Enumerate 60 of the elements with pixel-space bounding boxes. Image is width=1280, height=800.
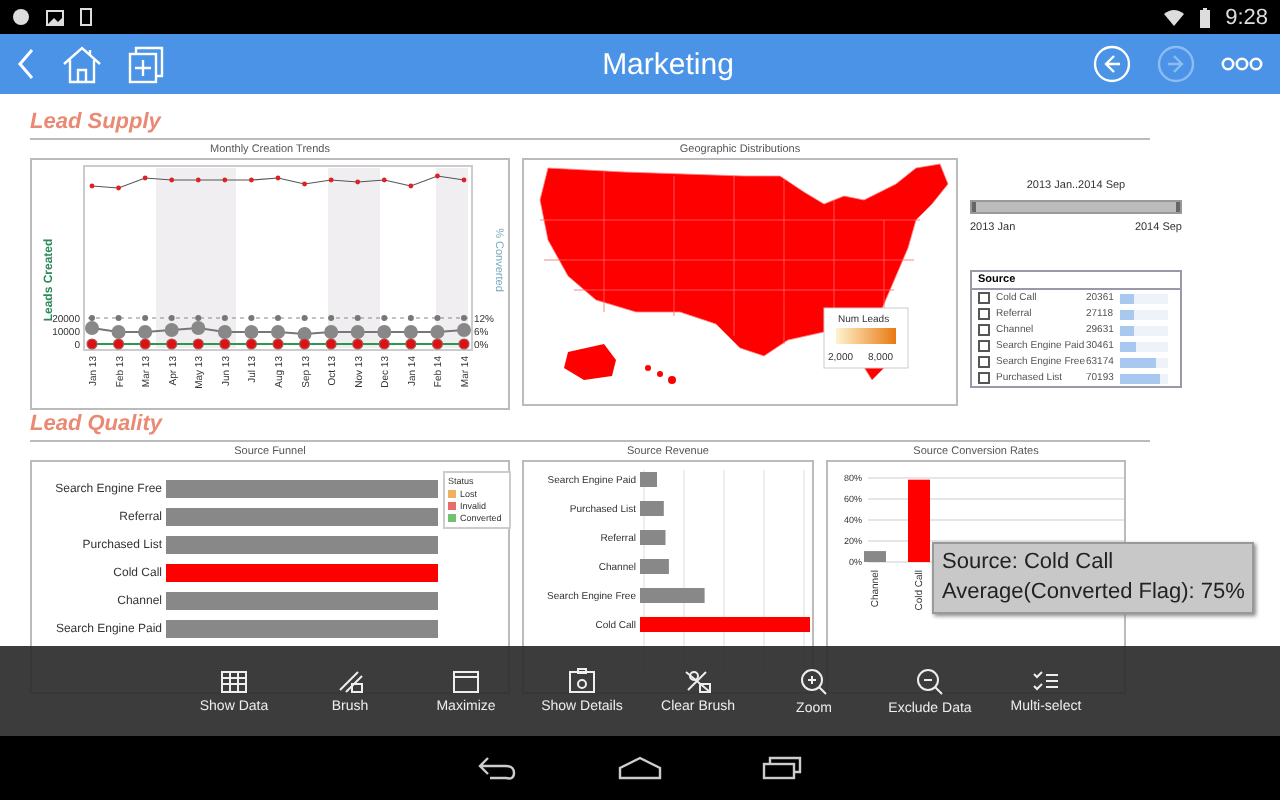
data-point — [328, 315, 335, 321]
section-heading: Lead Supply — [30, 110, 1150, 140]
more-menu-button[interactable] — [1220, 56, 1264, 72]
data-point — [434, 315, 441, 321]
data-point — [461, 177, 467, 183]
section-heading: Lead Quality — [30, 412, 1150, 442]
data-point — [222, 177, 228, 183]
legend-gradient — [836, 328, 896, 344]
data-point — [142, 315, 149, 321]
table-icon — [220, 668, 248, 694]
data-point — [301, 315, 308, 321]
checkbox[interactable] — [978, 372, 990, 384]
tooltip-text: Source: Cold Call — [942, 548, 1116, 578]
revenue-bar[interactable] — [640, 530, 666, 545]
checkbox[interactable] — [978, 292, 990, 304]
image-icon — [46, 9, 64, 25]
add-page-button[interactable] — [128, 45, 164, 83]
data-point — [248, 315, 255, 321]
window-icon — [452, 669, 480, 693]
checkbox[interactable] — [978, 356, 990, 368]
clipboard-icon — [568, 668, 596, 694]
tooltip-text: Average(Converted Flag): 75% — [942, 578, 1245, 608]
data-point — [169, 177, 175, 183]
data-point — [381, 177, 387, 183]
home-button[interactable] — [618, 756, 662, 780]
brush-slash-icon — [684, 668, 712, 694]
notification-icon — [12, 8, 30, 26]
data-point — [407, 315, 414, 321]
brush-icon — [336, 668, 364, 694]
data-point — [354, 315, 361, 321]
data-point — [408, 183, 414, 189]
checklist-icon — [1032, 669, 1060, 693]
recent-apps-button[interactable] — [762, 756, 802, 780]
data-point — [115, 315, 122, 321]
data-point — [302, 181, 307, 187]
wifi-icon — [1163, 9, 1184, 25]
back-button[interactable] — [478, 756, 518, 780]
zoom-in-icon — [800, 667, 828, 695]
data-point — [195, 177, 201, 183]
data-point — [355, 179, 361, 185]
data-point — [435, 173, 440, 179]
data-point — [221, 315, 228, 321]
battery-icon — [1199, 7, 1210, 27]
data-point — [249, 177, 254, 183]
data-point — [192, 338, 204, 350]
data-point — [328, 177, 334, 183]
data-point — [275, 315, 281, 321]
clock-time: 9:28 — [1225, 5, 1268, 29]
data-point — [275, 175, 281, 181]
checkbox[interactable] — [978, 308, 990, 320]
phone-icon — [80, 8, 92, 26]
data-point — [89, 183, 95, 189]
data-point — [116, 185, 121, 191]
data-point — [86, 338, 98, 350]
data-point — [381, 315, 388, 321]
data-point — [142, 175, 148, 181]
checkbox[interactable] — [978, 340, 990, 352]
zoom-out-icon — [916, 667, 944, 695]
checkbox[interactable] — [978, 324, 990, 336]
page-title: Marketing — [600, 47, 736, 81]
